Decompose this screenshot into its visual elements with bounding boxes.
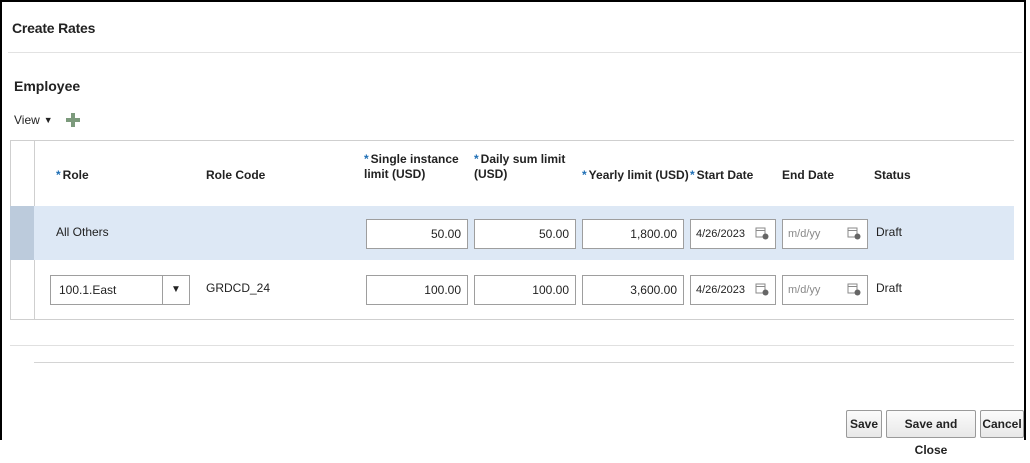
view-menu-label: View bbox=[14, 113, 40, 127]
required-marker: * bbox=[474, 152, 479, 166]
column-header-status[interactable]: Status bbox=[874, 168, 911, 183]
section-title: Employee bbox=[14, 78, 81, 94]
calendar-icon[interactable] bbox=[755, 282, 769, 296]
column-header-role-code[interactable]: Role Code bbox=[206, 168, 265, 183]
cancel-button[interactable]: Cancel bbox=[980, 410, 1024, 438]
column-header-daily-sum-limit[interactable]: * Daily sum limit (USD) bbox=[474, 152, 565, 182]
required-marker: * bbox=[690, 168, 695, 182]
title-divider bbox=[8, 52, 1022, 53]
chevron-down-icon[interactable]: ▼ bbox=[162, 276, 189, 304]
table-footer-divider bbox=[10, 345, 1014, 346]
single-instance-limit-input[interactable]: 100.00 bbox=[366, 275, 468, 305]
column-header-end-date[interactable]: End Date bbox=[782, 168, 834, 183]
role-cell: All Others bbox=[56, 225, 109, 239]
status-cell: Draft bbox=[876, 225, 903, 239]
dialog-title: Create Rates bbox=[12, 20, 96, 36]
save-and-close-button[interactable]: Save and Close bbox=[886, 410, 976, 457]
end-date-input[interactable]: m/d/yy bbox=[782, 275, 868, 305]
column-header-single-instance-limit[interactable]: * Single instance limit (USD) bbox=[364, 152, 459, 182]
add-row-plus-icon[interactable] bbox=[65, 112, 81, 128]
yearly-limit-input[interactable]: 1,800.00 bbox=[582, 219, 684, 249]
start-date-input[interactable]: 4/26/2023 bbox=[690, 219, 776, 249]
daily-sum-limit-input[interactable]: 100.00 bbox=[474, 275, 576, 305]
end-date-input[interactable]: m/d/yy bbox=[782, 219, 868, 249]
column-header-role[interactable]: * Role bbox=[56, 168, 89, 183]
caret-down-icon: ▼ bbox=[43, 115, 53, 125]
column-header-start-date[interactable]: * Start Date bbox=[690, 168, 753, 183]
table-toolbar: View ▼ bbox=[14, 112, 81, 128]
table-row[interactable]: 100.1.East ▼ GRDCD_24 100.00 100.00 3,60… bbox=[10, 262, 1014, 316]
start-date-input[interactable]: 4/26/2023 bbox=[690, 275, 776, 305]
table-row[interactable]: All Others 50.00 50.00 1,800.00 4/26/202… bbox=[10, 206, 1014, 260]
role-code-cell: GRDCD_24 bbox=[206, 281, 271, 295]
column-header-yearly-limit[interactable]: * Yearly limit (USD) bbox=[582, 168, 689, 183]
required-marker: * bbox=[364, 152, 369, 166]
daily-sum-limit-input[interactable]: 50.00 bbox=[474, 219, 576, 249]
view-menu[interactable]: View ▼ bbox=[14, 113, 53, 127]
calendar-icon[interactable] bbox=[755, 226, 769, 240]
row-selector[interactable] bbox=[10, 206, 34, 260]
calendar-icon[interactable] bbox=[847, 282, 861, 296]
calendar-icon[interactable] bbox=[847, 226, 861, 240]
table-header: * Role Role Code * Single instance limit (… bbox=[0, 148, 1030, 204]
role-select[interactable]: 100.1.East ▼ bbox=[50, 275, 190, 305]
yearly-limit-input[interactable]: 3,600.00 bbox=[582, 275, 684, 305]
single-instance-limit-input[interactable]: 50.00 bbox=[366, 219, 468, 249]
required-marker: * bbox=[56, 168, 61, 182]
status-cell: Draft bbox=[876, 281, 903, 295]
save-button[interactable]: Save bbox=[846, 410, 882, 438]
required-marker: * bbox=[582, 168, 587, 182]
section-divider bbox=[34, 362, 1014, 363]
